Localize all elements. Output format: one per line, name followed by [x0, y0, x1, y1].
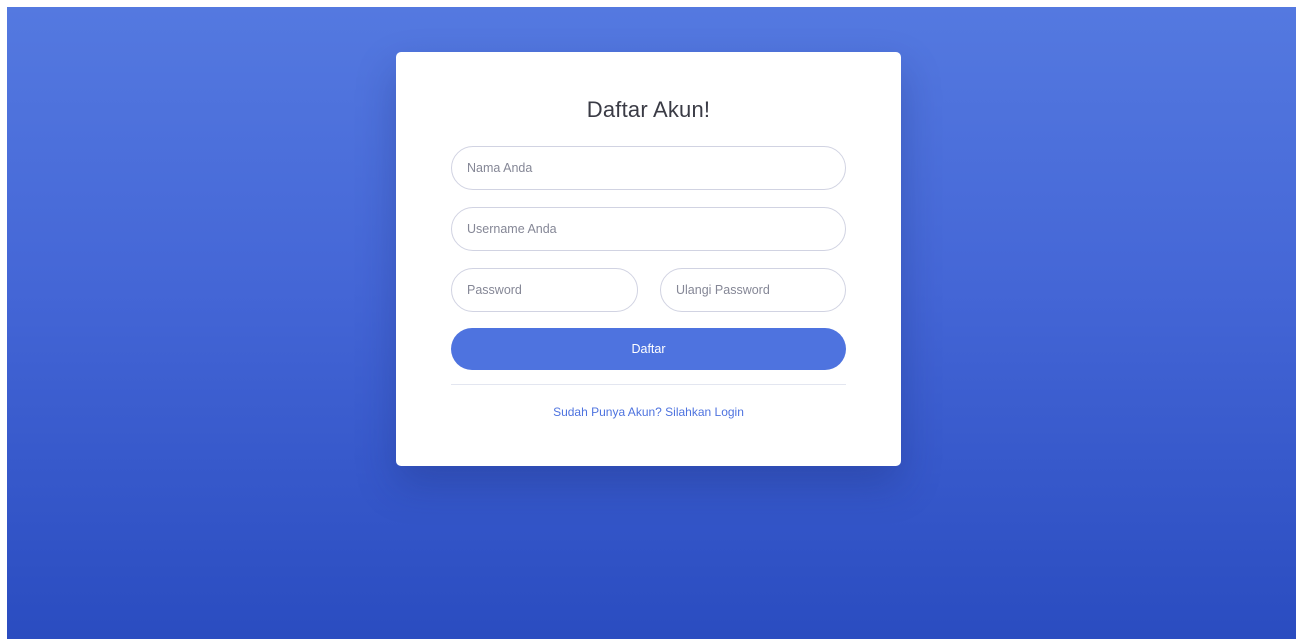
repeat-password-input[interactable] [660, 268, 846, 312]
password-input[interactable] [451, 268, 638, 312]
register-button[interactable]: Daftar [451, 328, 846, 370]
username-input[interactable] [451, 207, 846, 251]
page-background: Daftar Akun! Daftar Sudah Punya Akun? Si… [7, 7, 1296, 639]
name-input[interactable] [451, 146, 846, 190]
login-link[interactable]: Sudah Punya Akun? Silahkan Login [396, 405, 901, 419]
register-card: Daftar Akun! Daftar Sudah Punya Akun? Si… [396, 52, 901, 466]
divider [451, 384, 846, 385]
page-title: Daftar Akun! [586, 97, 711, 122]
